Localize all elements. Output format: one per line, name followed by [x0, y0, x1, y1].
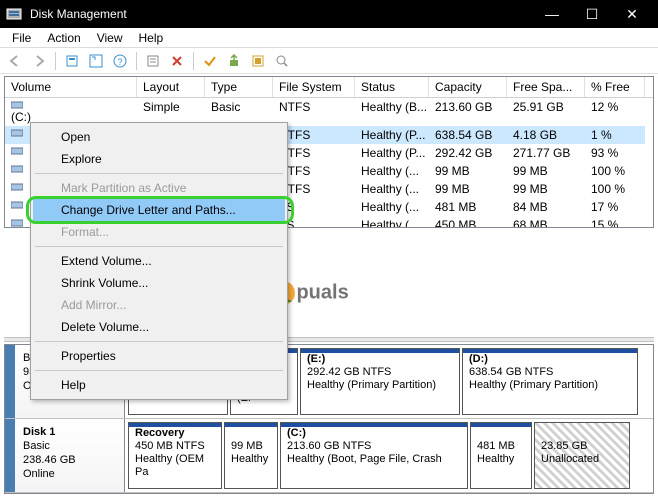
disk1-partition-2[interactable]: 99 MB Healthy [224, 422, 278, 489]
ctx-help[interactable]: Help [33, 374, 285, 396]
disk0-partition-d[interactable]: (D:) 638.54 GB NTFS Healthy (Primary Par… [462, 348, 638, 415]
cell-pct: 17 % [585, 198, 645, 216]
disk0-partition-e[interactable]: (E:) 292.42 GB NTFS Healthy (Primary Par… [300, 348, 460, 415]
refresh-icon[interactable] [85, 50, 107, 72]
cell-status: Healthy (... [355, 162, 429, 180]
cell-cap: 99 MB [429, 162, 507, 180]
ctx-delete-volume[interactable]: Delete Volume... [33, 316, 285, 338]
column-headers: Volume Layout Type File System Status Ca… [5, 77, 653, 98]
cell-pct: 100 % [585, 162, 645, 180]
back-button[interactable] [4, 50, 26, 72]
cell-status: Healthy (... [355, 216, 429, 228]
col-status[interactable]: Status [355, 77, 429, 97]
disk1-partition-4[interactable]: 481 MB Healthy [470, 422, 532, 489]
cell-free: 99 MB [507, 180, 585, 198]
forward-button[interactable] [28, 50, 50, 72]
col-volume[interactable]: Volume [5, 77, 137, 97]
ctx-shrink-volume[interactable]: Shrink Volume... [33, 272, 285, 294]
cell-free: 68 MB [507, 216, 585, 228]
ctx-explore[interactable]: Explore [33, 148, 285, 170]
cell-status: Healthy (B... [355, 98, 429, 126]
action-icon[interactable] [223, 50, 245, 72]
svg-text:?: ? [117, 57, 122, 67]
menu-file[interactable]: File [4, 29, 39, 47]
cell-cap: 292.42 GB [429, 144, 507, 162]
cell-pct: 12 % [585, 98, 645, 126]
cell-status: Healthy (P... [355, 144, 429, 162]
disk1-partition-recovery[interactable]: Recovery 450 MB NTFS Healthy (OEM Pa [128, 422, 222, 489]
close-button[interactable]: ✕ [612, 6, 652, 23]
ctx-extend-volume[interactable]: Extend Volume... [33, 250, 285, 272]
minimize-button[interactable]: — [532, 6, 572, 22]
help-icon[interactable]: ? [109, 50, 131, 72]
ctx-properties[interactable]: Properties [33, 345, 285, 367]
cell-cap: 99 MB [429, 180, 507, 198]
cell-pct: 93 % [585, 144, 645, 162]
cell-status: Healthy (P... [355, 126, 429, 144]
cell-cap: 638.54 GB [429, 126, 507, 144]
disk1-name: Disk 1 [23, 425, 116, 439]
ctx-format: Format... [33, 221, 285, 243]
col-freespace[interactable]: Free Spa... [507, 77, 585, 97]
properties-icon[interactable] [61, 50, 83, 72]
cell-cap: 450 MB [429, 216, 507, 228]
cell-free: 99 MB [507, 162, 585, 180]
list-icon[interactable] [247, 50, 269, 72]
cell-free: 25.91 GB [507, 98, 585, 126]
delete-icon[interactable] [166, 50, 188, 72]
col-filesystem[interactable]: File System [273, 77, 355, 97]
disk1-type: Basic [23, 439, 116, 453]
menu-action[interactable]: Action [39, 29, 88, 47]
ctx-open[interactable]: Open [33, 126, 285, 148]
disk1-partition-c[interactable]: (C:) 213.60 GB NTFS Healthy (Boot, Page … [280, 422, 468, 489]
cell-free: 271.77 GB [507, 144, 585, 162]
disk1-unallocated[interactable]: 23.85 GB Unallocated [534, 422, 630, 489]
maximize-button[interactable]: ☐ [572, 6, 612, 23]
menubar: File Action View Help [0, 28, 658, 48]
disk-info-1[interactable]: Disk 1 Basic 238.46 GB Online [5, 419, 125, 492]
disk-row-1: Disk 1 Basic 238.46 GB Online Recovery 4… [5, 419, 653, 493]
toolbar: ? [0, 48, 658, 74]
disk1-status: Online [23, 467, 116, 481]
disk1-size: 238.46 GB [23, 453, 116, 467]
col-pctfree[interactable]: % Free [585, 77, 645, 97]
settings-icon[interactable] [142, 50, 164, 72]
titlebar: Disk Management — ☐ ✕ [0, 0, 658, 28]
cell-pct: 1 % [585, 126, 645, 144]
menu-view[interactable]: View [89, 29, 131, 47]
menu-help[interactable]: Help [131, 29, 172, 47]
cell-free: 4.18 GB [507, 126, 585, 144]
ctx-change-drive-letter[interactable]: Change Drive Letter and Paths... [33, 199, 285, 221]
cell-pct: 100 % [585, 180, 645, 198]
check-icon[interactable] [199, 50, 221, 72]
cell-status: Healthy (... [355, 198, 429, 216]
cell-free: 84 MB [507, 198, 585, 216]
context-menu: Open Explore Mark Partition as Active Ch… [30, 122, 288, 400]
app-icon [6, 6, 22, 22]
ctx-mark-active: Mark Partition as Active [33, 177, 285, 199]
col-type[interactable]: Type [205, 77, 273, 97]
col-capacity[interactable]: Capacity [429, 77, 507, 97]
ctx-add-mirror: Add Mirror... [33, 294, 285, 316]
cell-cap: 481 MB [429, 198, 507, 216]
cell-cap: 213.60 GB [429, 98, 507, 126]
cell-status: Healthy (... [355, 180, 429, 198]
window-title: Disk Management [30, 7, 532, 21]
find-icon[interactable] [271, 50, 293, 72]
col-layout[interactable]: Layout [137, 77, 205, 97]
cell-pct: 15 % [585, 216, 645, 228]
